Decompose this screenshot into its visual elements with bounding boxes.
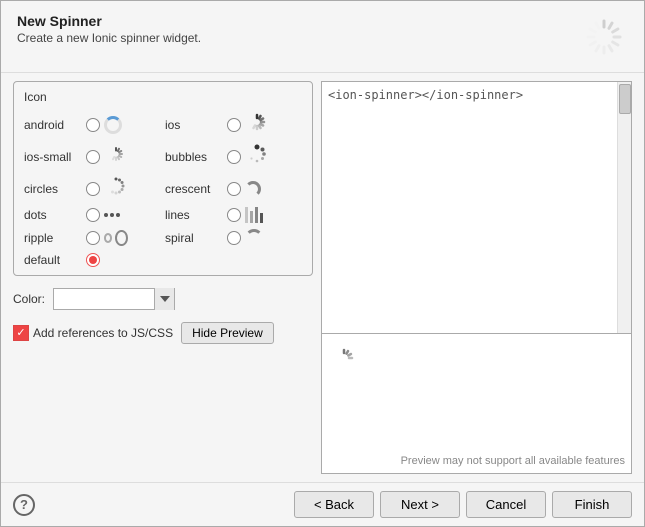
ios-small-label: ios-small — [24, 150, 82, 164]
visual-preview: Preview may not support all available fe… — [321, 334, 632, 474]
crescent-spinner-icon — [245, 181, 269, 197]
bubbles-spinner-icon — [245, 143, 269, 170]
footer-left: ? — [13, 494, 35, 516]
android-radio[interactable] — [86, 118, 100, 132]
code-scrollbar-thumb — [619, 84, 631, 114]
icon-grid: android ios — [24, 112, 302, 267]
right-panel: <ion-spinner></ion-spinner> — [321, 81, 632, 474]
dialog-subtitle: Create a new Ionic spinner widget. — [17, 31, 201, 45]
spinner-logo — [580, 13, 628, 64]
code-preview: <ion-spinner></ion-spinner> — [321, 81, 632, 334]
ripple-radio[interactable] — [86, 231, 100, 245]
color-input[interactable] — [54, 289, 154, 309]
code-scrollbar[interactable] — [617, 82, 631, 333]
lines-label: lines — [165, 208, 223, 222]
lines-spinner-icon — [245, 207, 269, 223]
add-references-wrap: Add references to JS/CSS — [13, 325, 173, 341]
icon-item-android: android — [24, 112, 161, 137]
icon-item-spiral: spiral — [165, 229, 302, 247]
ios-spinner-icon — [245, 112, 269, 137]
dots-label: dots — [24, 208, 82, 222]
icon-item-default: default — [24, 253, 161, 267]
icon-item-dots: dots — [24, 207, 161, 223]
spiral-label: spiral — [165, 231, 223, 245]
left-panel: Icon android ios — [13, 81, 313, 474]
ios-small-radio[interactable] — [86, 150, 100, 164]
dots-radio[interactable] — [86, 208, 100, 222]
dialog-title: New Spinner — [17, 13, 201, 29]
ios-small-spinner-icon — [104, 144, 128, 169]
circles-label: circles — [24, 182, 82, 196]
color-label: Color: — [13, 292, 45, 306]
icon-group-legend: Icon — [24, 90, 302, 104]
bubbles-label: bubbles — [165, 150, 223, 164]
color-input-wrap — [53, 288, 175, 310]
dots-spinner-icon — [104, 213, 128, 217]
hide-preview-button[interactable]: Hide Preview — [181, 322, 274, 344]
add-references-label: Add references to JS/CSS — [33, 326, 173, 340]
icon-item-ios-small: ios-small — [24, 143, 161, 170]
default-radio[interactable] — [86, 253, 100, 267]
circles-radio[interactable] — [86, 182, 100, 196]
icon-item-bubbles: bubbles — [165, 143, 302, 170]
bubbles-radio[interactable] — [227, 150, 241, 164]
icon-item-ios: ios — [165, 112, 302, 137]
default-label: default — [24, 253, 82, 267]
ios-radio[interactable] — [227, 118, 241, 132]
ripple-spinner-icon — [104, 230, 128, 246]
next-button[interactable]: Next > — [380, 491, 460, 518]
ripple-label: ripple — [24, 231, 82, 245]
icon-item-ripple: ripple — [24, 229, 161, 247]
dialog-footer: ? < Back Next > Cancel Finish — [1, 482, 644, 526]
icon-item-circles: circles — [24, 176, 161, 201]
spiral-spinner-icon — [245, 229, 269, 247]
circles-spinner-icon — [104, 176, 128, 201]
help-icon[interactable]: ? — [13, 494, 35, 516]
back-button[interactable]: < Back — [294, 491, 374, 518]
crescent-label: crescent — [165, 182, 223, 196]
ios-label: ios — [165, 118, 223, 132]
lines-radio[interactable] — [227, 208, 241, 222]
finish-button[interactable]: Finish — [552, 491, 632, 518]
color-dropdown-button[interactable] — [154, 288, 174, 310]
preview-note: Preview may not support all available fe… — [328, 455, 625, 469]
bottom-options: Add references to JS/CSS Hide Preview — [13, 322, 313, 344]
crescent-radio[interactable] — [227, 182, 241, 196]
dialog-header: New Spinner Create a new Ionic spinner w… — [1, 1, 644, 73]
icon-item-lines: lines — [165, 207, 302, 223]
icon-item-crescent: crescent — [165, 176, 302, 201]
color-row: Color: — [13, 284, 313, 314]
add-references-checkbox[interactable] — [13, 325, 29, 341]
spiral-radio[interactable] — [227, 231, 241, 245]
icon-group: Icon android ios — [13, 81, 313, 276]
cancel-button[interactable]: Cancel — [466, 491, 546, 518]
footer-buttons: < Back Next > Cancel Finish — [294, 491, 632, 518]
code-preview-text: <ion-spinner></ion-spinner> — [328, 88, 523, 102]
new-spinner-dialog: New Spinner Create a new Ionic spinner w… — [0, 0, 645, 527]
header-text: New Spinner Create a new Ionic spinner w… — [17, 13, 201, 45]
preview-spinner — [328, 342, 625, 374]
android-spinner-icon — [104, 116, 128, 134]
android-label: android — [24, 118, 82, 132]
dialog-body: Icon android ios — [1, 73, 644, 482]
